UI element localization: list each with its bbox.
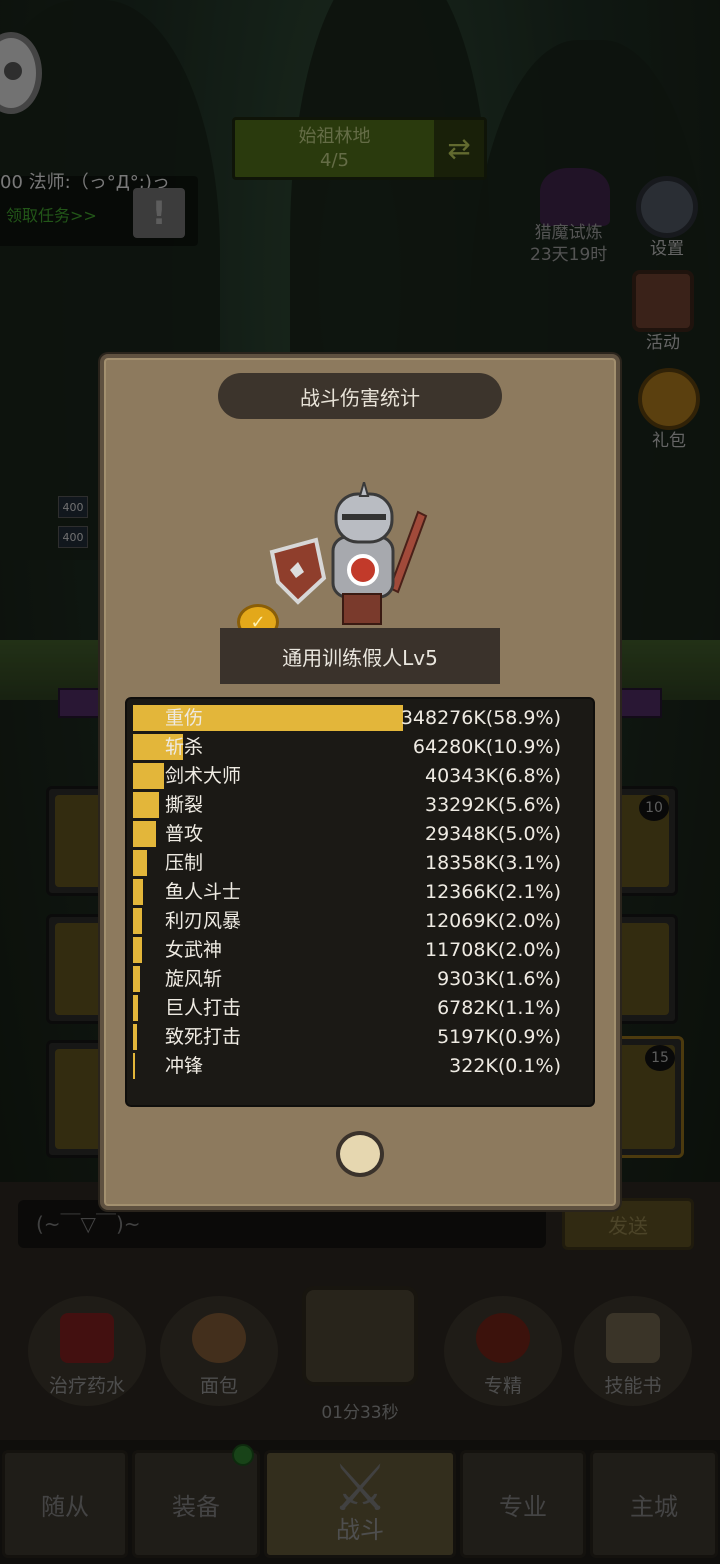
stat-row: 普攻 29348K(5.0%) — [133, 821, 591, 847]
stat-value: 322K(0.1%) — [449, 1055, 561, 1077]
stat-bar — [133, 792, 159, 818]
stat-value: 11708K(2.0%) — [425, 939, 561, 961]
stat-bar — [133, 879, 143, 905]
stat-value: 6782K(1.1%) — [437, 997, 561, 1019]
stat-row: 撕裂 33292K(5.6%) — [133, 792, 591, 818]
stat-row: 重伤 348276K(58.9%) — [133, 705, 591, 731]
stat-value: 12069K(2.0%) — [425, 910, 561, 932]
stat-name: 重伤 — [165, 707, 204, 729]
stat-bar — [133, 850, 147, 876]
stat-row: 斩杀 64280K(10.9%) — [133, 734, 591, 760]
stat-name: 旋风斩 — [165, 968, 223, 990]
stat-name: 利刃风暴 — [165, 910, 242, 932]
stat-name: 撕裂 — [165, 794, 204, 816]
stat-name: 致死打击 — [165, 1026, 242, 1048]
stat-name: 鱼人斗士 — [165, 881, 242, 903]
stat-name: 普攻 — [165, 823, 204, 845]
stat-name: 巨人打击 — [165, 997, 242, 1019]
stat-value: 33292K(5.6%) — [425, 794, 561, 816]
stat-value: 5197K(0.9%) — [437, 1026, 561, 1048]
stat-bar — [133, 821, 156, 847]
stat-row: 旋风斩 9303K(1.6%) — [133, 966, 591, 992]
stat-row: 致死打击 5197K(0.9%) — [133, 1024, 591, 1050]
stat-row: 鱼人斗士 12366K(2.1%) — [133, 879, 591, 905]
stat-value: 40343K(6.8%) — [425, 765, 561, 787]
stat-value: 18358K(3.1%) — [425, 852, 561, 874]
close-button[interactable] — [336, 1131, 384, 1177]
damage-stats-chart: 重伤 348276K(58.9%) 斩杀 64280K(10.9%) 剑术大师 40343… — [125, 697, 595, 1107]
stat-name: 斩杀 — [165, 736, 204, 758]
stat-value: 29348K(5.0%) — [425, 823, 561, 845]
stat-row: 冲锋 322K(0.1%) — [133, 1053, 591, 1079]
stat-bar — [133, 966, 140, 992]
stat-row: 剑术大师 40343K(6.8%) — [133, 763, 591, 789]
stat-name: 压制 — [165, 852, 204, 874]
stat-row: 压制 18358K(3.1%) — [133, 850, 591, 876]
stat-name: 冲锋 — [165, 1055, 204, 1077]
stat-value: 348276K(58.9%) — [400, 707, 561, 729]
stat-row: 女武神 11708K(2.0%) — [133, 937, 591, 963]
panel-title: 战斗伤害统计 — [218, 373, 502, 419]
stat-value: 9303K(1.6%) — [437, 968, 561, 990]
stat-bar — [133, 763, 164, 789]
stat-value: 12366K(2.1%) — [425, 881, 561, 903]
target-name: 通用训练假人Lv5 — [220, 628, 500, 684]
stat-bar — [133, 995, 138, 1021]
stat-name: 剑术大师 — [165, 765, 242, 787]
stat-row: 巨人打击 6782K(1.1%) — [133, 995, 591, 1021]
training-dummy-knight-icon — [269, 482, 428, 625]
stat-bar — [133, 908, 142, 934]
stat-bar — [133, 937, 142, 963]
stat-row: 利刃风暴 12069K(2.0%) — [133, 908, 591, 934]
stat-value: 64280K(10.9%) — [412, 736, 561, 758]
stat-bar — [133, 1053, 135, 1079]
stat-bar — [133, 1024, 137, 1050]
stat-name: 女武神 — [165, 939, 223, 961]
